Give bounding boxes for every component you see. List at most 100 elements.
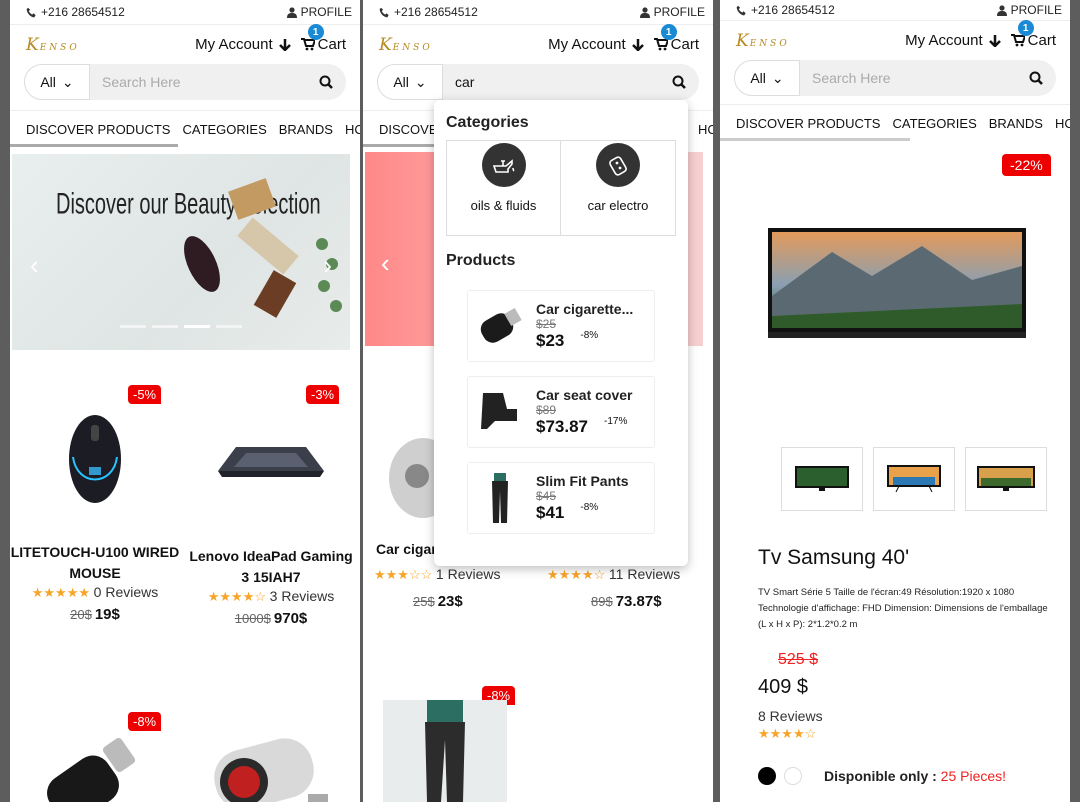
product-rating: ★★★★★ 0 Reviews (10, 584, 180, 601)
product-name[interactable]: LITETOUCH-U100 WIRED MOUSE (10, 542, 180, 584)
discount-badge: -3% (306, 385, 340, 404)
cart-button[interactable]: 1 Cart (300, 24, 346, 53)
suggestion-name: Car cigarette... (536, 301, 634, 317)
category-select[interactable]: All ⌄ (377, 64, 443, 100)
user-icon (639, 6, 650, 18)
star-rating: ★★★☆☆ (374, 567, 433, 582)
user-icon (996, 4, 1007, 16)
product-suggestion[interactable]: Car seat cover $89 $73.87 -17% (467, 376, 655, 448)
phone-number: +216 28654512 (394, 5, 478, 19)
phone-icon (26, 7, 36, 17)
carousel-dot[interactable] (152, 325, 178, 328)
carousel-dot[interactable] (216, 325, 242, 328)
my-account-menu[interactable]: My Account (548, 36, 644, 53)
nav-more[interactable]: HC (698, 122, 713, 137)
product-thumbnail[interactable] (873, 447, 955, 511)
chevron-down-icon: ⌄ (414, 73, 427, 90)
phone-link[interactable]: +216 28654512 (379, 5, 478, 19)
nav-categories[interactable]: CATEGORIES (182, 122, 266, 137)
search-button[interactable] (659, 75, 699, 89)
category-suggestion-oils[interactable]: oils & fluids (447, 141, 561, 235)
carousel-next-button[interactable]: › (323, 250, 332, 281)
cart-label: Cart (317, 36, 346, 53)
review-count: 11 Reviews (608, 566, 681, 582)
product-name[interactable]: Lenovo IdeaPad Gaming 3 15IAH7 (186, 546, 356, 588)
cart-label: Cart (670, 36, 699, 53)
hero-banner[interactable]: Discover our Beauty selection ‹ › (12, 154, 350, 350)
phone-link[interactable]: +216 28654512 (26, 5, 125, 19)
suggestion-discount: -8% (580, 502, 599, 513)
cart-icon (653, 38, 668, 51)
product-title: Tv Samsung 40' (758, 546, 910, 569)
my-account-menu[interactable]: My Account (905, 32, 1001, 49)
product-image-pants (383, 700, 507, 802)
suggestion-new-price: $41 (536, 503, 565, 522)
search-icon (672, 75, 686, 89)
category-select-value: All (750, 70, 766, 86)
nav-active-indicator (10, 144, 178, 147)
top-bar: +216 28654512 PROFILE (720, 0, 1070, 20)
profile-label: PROFILE (300, 5, 352, 19)
product-suggestion[interactable]: Slim Fit Pants $45 $41 -8% (467, 462, 655, 534)
cart-button[interactable]: 1 Cart (1010, 20, 1056, 49)
product-card[interactable]: -5% LITETOUCH-U100 WIRED MOUSE ★★★★★ 0 R… (10, 385, 180, 623)
product-suggestion[interactable]: Car cigarette... $25 $23 -8% (467, 290, 655, 362)
product-price: 25$ 23$ (413, 593, 463, 610)
cart-button[interactable]: 1 Cart (653, 24, 699, 53)
discount-badge: -22% (1002, 154, 1051, 176)
profile-label: PROFILE (653, 5, 705, 19)
product-thumbnail[interactable] (781, 447, 863, 511)
nav-more[interactable]: HC (345, 122, 360, 137)
search-button[interactable] (306, 75, 346, 89)
carousel-prev-button[interactable]: ‹ (30, 250, 39, 281)
my-account-menu[interactable]: My Account (195, 36, 291, 53)
logo[interactable]: KENSO (379, 35, 433, 55)
search-button[interactable] (1016, 71, 1056, 85)
suggestion-discount: -8% (580, 330, 599, 341)
category-suggestion-car-electro[interactable]: car electro (561, 141, 675, 235)
old-price: 1000$ (234, 611, 271, 626)
suggestion-discount: -17% (604, 416, 628, 427)
review-count: 3 Reviews (269, 588, 335, 604)
category-select[interactable]: All ⌄ (24, 64, 90, 100)
color-swatch-white[interactable] (784, 767, 802, 785)
search-input[interactable] (800, 70, 1016, 86)
new-price: 409 $ (758, 676, 809, 698)
carousel-prev-button[interactable]: ‹ (381, 248, 390, 279)
arrow-down-icon (988, 35, 1001, 47)
panel-product-detail: +216 28654512 PROFILE KENSO My Account 1… (720, 0, 1070, 802)
search-input[interactable] (443, 74, 659, 90)
carousel-dot-active[interactable] (184, 325, 210, 328)
category-select-value: All (393, 74, 409, 90)
profile-link[interactable]: PROFILE (996, 3, 1062, 17)
nav-more[interactable]: HC (1055, 116, 1070, 131)
search-input[interactable] (90, 74, 306, 90)
logo[interactable]: KENSO (736, 31, 790, 51)
color-swatch-black[interactable] (758, 767, 776, 785)
my-account-label: My Account (905, 32, 983, 49)
product-image-car-charger (47, 737, 136, 802)
review-count[interactable]: 8 Reviews (758, 708, 823, 724)
product-thumbnail[interactable] (965, 447, 1047, 511)
top-bar: +216 28654512 PROFILE (363, 0, 713, 24)
profile-link[interactable]: PROFILE (639, 5, 705, 19)
profile-link[interactable]: PROFILE (286, 5, 352, 19)
carousel-dot[interactable] (120, 325, 146, 328)
phone-link[interactable]: +216 28654512 (736, 3, 835, 17)
chevron-down-icon: ⌄ (771, 69, 784, 86)
header: KENSO My Account 1 Cart (363, 24, 713, 64)
logo[interactable]: KENSO (26, 35, 80, 55)
nav-discover-products[interactable]: DISCOVER PRODUCTS (736, 116, 880, 131)
old-price: 89$ (591, 594, 613, 609)
category-select[interactable]: All ⌄ (734, 60, 800, 96)
nav-brands[interactable]: BRANDS (279, 122, 333, 137)
product-main-image[interactable] (742, 176, 1058, 432)
category-nav: DISCOVER PRODUCTS CATEGORIES BRANDS HC (720, 104, 1070, 141)
nav-categories[interactable]: CATEGORIES (892, 116, 976, 131)
suggestion-name: Car seat cover (536, 387, 633, 403)
product-name[interactable]: Car cigar (376, 539, 437, 560)
nav-brands[interactable]: BRANDS (989, 116, 1043, 131)
product-card[interactable]: -3% Lenovo IdeaPad Gaming 3 15IAH7 ★★★★☆… (186, 385, 356, 627)
nav-discover-products[interactable]: DISCOVER PRODUCTS (26, 122, 170, 137)
categories-heading: Categories (446, 114, 529, 131)
